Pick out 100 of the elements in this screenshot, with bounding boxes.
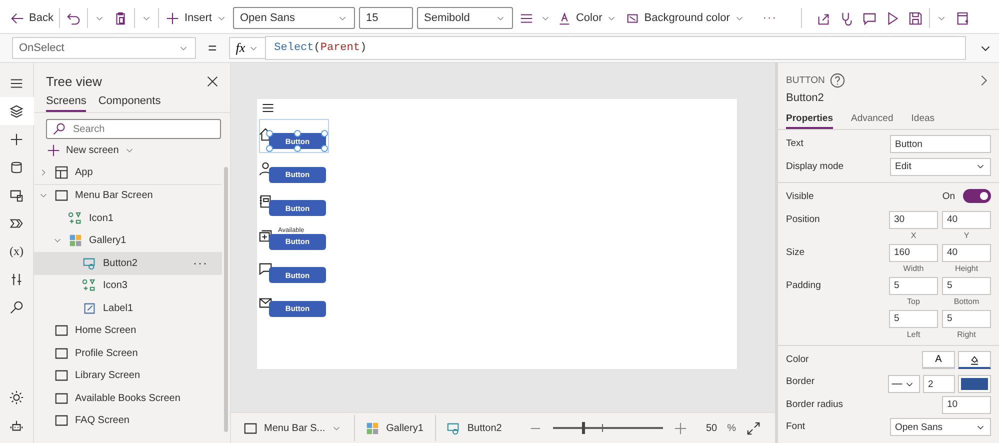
property-label: Size (786, 246, 804, 258)
more-button[interactable]: ··· (760, 10, 779, 26)
toggle-state: On (942, 190, 955, 202)
font-dropdown[interactable]: Open Sans (232, 7, 355, 29)
media-icon[interactable] (9, 188, 24, 202)
tree-item[interactable]: Library Screen (75, 370, 208, 382)
search-icon[interactable] (9, 300, 24, 314)
property-dropdown[interactable]: Open Sans (890, 418, 991, 436)
tools-icon[interactable] (9, 272, 24, 286)
property-field[interactable]: 10 (942, 396, 991, 414)
label-control-icon (82, 300, 97, 316)
tree-item[interactable]: Label1 (103, 302, 208, 314)
property-label: Text (786, 137, 804, 149)
field-caption: Y (964, 230, 970, 242)
screen-icon (54, 346, 69, 361)
search-field[interactable]: Search (46, 119, 221, 139)
back-arrow-icon (10, 10, 25, 26)
screen-dropdown[interactable]: Menu Bar S... (243, 415, 356, 441)
equals-sign: = (208, 40, 217, 56)
number-field[interactable]: 5 (889, 276, 938, 294)
field-caption: Top (907, 296, 920, 308)
tree-item[interactable]: Gallery1 (89, 235, 208, 246)
tree-item[interactable]: Icon1 (89, 212, 208, 224)
field-caption: Bottom (954, 296, 980, 308)
toggle-switch[interactable] (963, 189, 991, 203)
border-width-field[interactable]: 2 (923, 375, 955, 393)
screen-icon (54, 188, 69, 204)
insert-button[interactable]: Insert (163, 8, 229, 28)
tree-item[interactable]: Home Screen (75, 325, 208, 336)
color-button[interactable]: Color (554, 8, 620, 28)
property-label: Padding (786, 278, 821, 290)
tree-item[interactable]: Menu Bar Screen (75, 190, 208, 202)
plus-icon (46, 143, 61, 158)
panel-title: Tree view (46, 74, 102, 89)
tree-item[interactable]: FAQ Screen (75, 415, 208, 426)
back-button[interactable]: Back (8, 8, 56, 28)
screen-icon (54, 323, 69, 338)
tree-item[interactable]: Profile Screen (75, 348, 208, 359)
comment-icon[interactable] (862, 10, 877, 26)
formula-field[interactable]: Select(Parent) (265, 36, 966, 60)
number-field[interactable]: 40 (942, 244, 991, 262)
property-dropdown[interactable]: OnSelect (12, 37, 196, 59)
property-dropdown[interactable]: Edit (890, 158, 991, 176)
zoom-in-icon[interactable] (672, 420, 688, 436)
tree-item[interactable]: Icon3 (103, 280, 208, 292)
font-weight-dropdown[interactable]: Semibold (416, 7, 513, 29)
plus-icon[interactable] (9, 132, 24, 146)
color-button[interactable]: Background color (623, 8, 747, 28)
screen-icon (54, 368, 69, 384)
close-icon[interactable] (205, 74, 220, 89)
gallery-breadcrumb[interactable]: Gallery1 (365, 415, 436, 441)
text-color-button[interactable]: A (922, 350, 955, 368)
tree-item[interactable]: Button2 (103, 258, 187, 269)
zoom-unit: % (727, 422, 736, 434)
field-caption: Left (906, 328, 920, 340)
tree-item[interactable]: App (75, 167, 208, 178)
variables-button[interactable]: (x) (4, 237, 30, 265)
database-icon[interactable] (9, 160, 24, 174)
fill-color-button[interactable] (958, 350, 991, 368)
fx-button[interactable]: fx (228, 37, 266, 59)
icon-control-icon (68, 210, 83, 226)
publish-icon[interactable] (954, 10, 970, 26)
number-field[interactable]: 5 (942, 310, 991, 328)
property-label: Visible (786, 190, 814, 202)
tree-tab[interactable]: Components (98, 95, 161, 112)
font-size-field[interactable]: 15 (358, 7, 413, 29)
button-control-icon (446, 420, 462, 436)
property-label: Position (786, 212, 820, 224)
chat-icon (258, 261, 273, 276)
field-caption: Width (903, 262, 924, 274)
zoom-value: 50 (706, 422, 718, 434)
notebook-icon (258, 194, 273, 209)
tree-item[interactable]: Available Books Screen (75, 392, 208, 404)
number-field[interactable]: 40 (942, 210, 991, 228)
number-field[interactable]: 30 (889, 210, 938, 228)
more-options-button[interactable]: ··· (193, 256, 208, 270)
button-breadcrumb[interactable]: Button2 (446, 415, 502, 441)
border-color-swatch[interactable] (958, 375, 991, 393)
settings-icon[interactable] (9, 390, 24, 404)
panel-tab[interactable]: Ideas (911, 113, 935, 129)
help-icon[interactable] (830, 73, 845, 88)
border-style-dropdown[interactable] (888, 375, 920, 393)
fullscreen-icon[interactable] (746, 420, 761, 436)
panel-tab[interactable]: Advanced (851, 113, 894, 129)
property-field[interactable]: Button (890, 135, 991, 153)
number-field[interactable]: 5 (889, 310, 938, 328)
field-caption: X (910, 230, 916, 242)
new-screen-button[interactable]: New screen (34, 139, 147, 162)
zoom-slider[interactable] (552, 422, 663, 434)
layers-icon[interactable] (9, 104, 24, 118)
save-icon[interactable] (908, 10, 923, 26)
number-field[interactable]: 160 (889, 244, 938, 262)
app-icon (54, 165, 69, 180)
panel-tab[interactable]: Properties (786, 113, 833, 129)
field-caption: Height (954, 262, 978, 274)
plus-icon (165, 10, 180, 26)
undo-icon[interactable] (66, 10, 82, 26)
number-field[interactable]: 5 (942, 276, 991, 294)
screen-icon (243, 420, 258, 436)
tree-tab[interactable]: Screens (46, 95, 86, 112)
